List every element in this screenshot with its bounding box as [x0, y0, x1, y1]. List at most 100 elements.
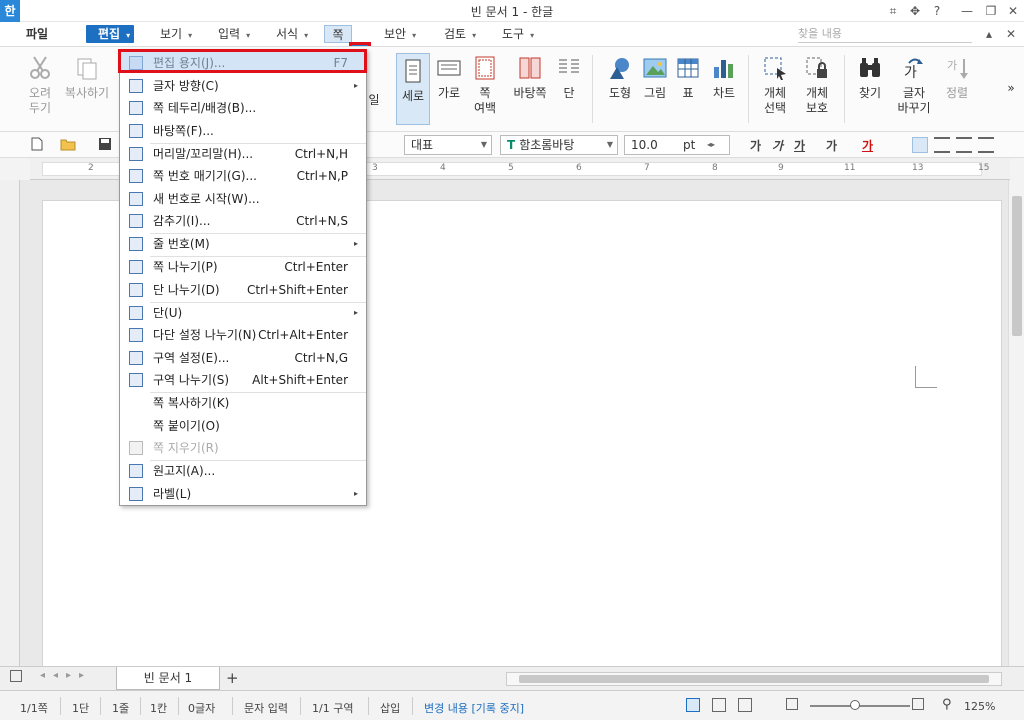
menu-item[interactable]: 구역 나누기(S) Alt+Shift+Enter — [121, 369, 366, 391]
menu-item[interactable]: 라벨(L) ▸ — [121, 483, 366, 505]
menu-item[interactable]: 쪽 복사하기(K) — [121, 392, 366, 414]
cut-button[interactable]: 오려 두기 — [20, 55, 60, 116]
zoom-slider[interactable] — [810, 705, 910, 707]
font-color-button[interactable]: 가 — [862, 137, 873, 154]
menu-insert[interactable]: 입력 ▾ — [214, 25, 254, 43]
object-select-button[interactable]: 개체 선택 — [758, 55, 792, 116]
menu-review[interactable]: 검토 ▾ — [440, 25, 480, 43]
menu-item[interactable]: 쪽 테두리/배경(B)... — [121, 97, 366, 119]
menu-item[interactable]: 머리말/꼬리말(H)... Ctrl+N,H — [121, 143, 366, 165]
style-select[interactable]: 대표 ▼ — [404, 135, 492, 155]
bold-button[interactable]: 가 — [750, 137, 761, 154]
menu-item[interactable]: 다단 설정 나누기(N) Ctrl+Alt+Enter — [121, 324, 366, 346]
menu-item[interactable]: 글자 방향(C) ▸ — [121, 75, 366, 97]
maximize-button[interactable]: ❐ — [982, 2, 1000, 20]
status-page: 1/1쪽 — [20, 702, 48, 715]
tab-document[interactable]: 빈 문서 1 — [116, 667, 220, 690]
zoom-in-icon[interactable] — [912, 698, 924, 710]
font-type-icon: T — [507, 138, 516, 152]
tab-list-icon[interactable] — [10, 670, 22, 682]
zoom-out-icon[interactable] — [786, 698, 798, 710]
menu-item[interactable]: 감추기(I)... Ctrl+N,S — [121, 210, 366, 232]
columns-button[interactable]: 단 — [556, 55, 582, 101]
scrollbar-thumb[interactable] — [1012, 196, 1022, 336]
move-icon[interactable]: ✥ — [906, 2, 924, 20]
menu-item[interactable]: 쪽 나누기(P) Ctrl+Enter — [121, 256, 366, 278]
menu-item[interactable]: 단 나누기(D) Ctrl+Shift+Enter — [121, 279, 366, 301]
chart-button[interactable]: 차트 — [708, 55, 740, 101]
table-label: 표 — [682, 86, 694, 100]
menu-item[interactable]: 단(U) ▸ — [121, 302, 366, 324]
width-view-icon[interactable] — [712, 698, 726, 712]
picture-button[interactable]: 그림 — [640, 55, 670, 101]
zoom-slider-handle[interactable] — [850, 700, 860, 710]
underline-button[interactable]: 가 — [794, 137, 805, 154]
close-button[interactable]: ✕ — [1004, 2, 1022, 20]
status-divider — [412, 697, 413, 715]
align-left-icon[interactable] — [934, 137, 950, 153]
landscape-button[interactable]: 가로 — [434, 55, 464, 101]
table-button[interactable]: 표 — [674, 55, 702, 101]
ribbon-expand-button[interactable]: » — [1002, 81, 1020, 96]
page-view-icon[interactable] — [686, 698, 700, 712]
justify-align-icon[interactable] — [912, 137, 928, 153]
minimize-button[interactable]: — — [958, 2, 976, 20]
scrollbar-thumb[interactable] — [519, 675, 989, 683]
shapes-button[interactable]: 도형 — [604, 55, 636, 101]
status-divider — [178, 697, 179, 715]
replace-button[interactable]: 가 글자 바꾸기 — [894, 55, 934, 116]
zoom-level[interactable]: 125% — [964, 700, 995, 713]
new-doc-icon[interactable] — [30, 137, 44, 154]
menu-view[interactable]: 보기 ▾ — [156, 25, 196, 43]
ruler-corner[interactable] — [0, 158, 30, 180]
open-folder-icon[interactable] — [60, 137, 76, 154]
help-button[interactable]: ? — [928, 2, 946, 20]
stepper-icon[interactable]: ◂▸ — [707, 136, 715, 154]
menu-edit[interactable]: 편집 ▾ — [86, 25, 135, 43]
close-doc-icon[interactable]: ✕ — [1002, 25, 1020, 43]
multi-page-view-icon[interactable] — [738, 698, 752, 712]
magnifier-icon[interactable]: ⚲ — [942, 697, 952, 712]
tab-nav-arrows-icon[interactable]: ◂◂▸▸ — [40, 670, 92, 681]
menu-file[interactable]: 파일 — [22, 25, 52, 43]
copy-button[interactable]: 복사하기 — [62, 55, 112, 101]
horizontal-scrollbar[interactable] — [506, 672, 1002, 686]
save-icon[interactable] — [98, 137, 112, 154]
menu-format[interactable]: 서식 ▾ — [272, 25, 312, 43]
menu-item-icon — [129, 146, 143, 161]
status-insert[interactable]: 삽입 — [380, 700, 400, 716]
object-protect-button[interactable]: 개체 보호 — [800, 55, 834, 116]
menu-item[interactable]: 쪽 번호 매기기(G)... Ctrl+N,P — [121, 165, 366, 187]
menu-tools-label: 도구 — [502, 27, 525, 41]
strikethrough-button[interactable]: 가 — [826, 137, 837, 154]
italic-button[interactable]: 가 — [772, 137, 783, 154]
portrait-button[interactable]: 세로 — [396, 53, 430, 125]
margins-button[interactable]: 쪽 여백 — [470, 55, 500, 116]
vertical-ruler[interactable] — [0, 180, 20, 666]
align-right-icon[interactable] — [978, 137, 994, 153]
master-page-button[interactable]: 바탕쪽 — [508, 55, 552, 101]
sort-button[interactable]: 가 정렬 — [942, 55, 972, 101]
font-size-input[interactable]: 10.0 pt ◂▸ — [624, 135, 730, 155]
chevron-down-icon: ▼ — [606, 140, 613, 149]
menu-security[interactable]: 보안 ▾ — [380, 25, 420, 43]
menu-item[interactable]: 쪽 붙이기(O) — [121, 415, 366, 437]
align-center-icon[interactable] — [956, 137, 972, 153]
find-button[interactable]: 찾기 — [854, 55, 886, 101]
add-tab-button[interactable]: + — [226, 669, 239, 687]
pin-icon[interactable]: ⌗ — [884, 2, 902, 20]
collapse-ribbon-icon[interactable]: ▴ — [980, 25, 998, 43]
menu-page[interactable]: 쪽 — [324, 25, 352, 43]
menu-item[interactable]: 새 번호로 시작(W)... — [121, 188, 366, 210]
menu-item[interactable]: 원고지(A)... — [121, 460, 366, 482]
menu-tools[interactable]: 도구 ▾ — [498, 25, 538, 43]
vertical-scrollbar[interactable] — [1008, 180, 1024, 666]
menu-item[interactable]: 구역 설정(E)... Ctrl+N,G — [121, 347, 366, 369]
menu-item[interactable]: 줄 번호(M) ▸ — [121, 233, 366, 255]
menu-item[interactable]: 바탕쪽(F)... — [121, 120, 366, 142]
search-input[interactable]: 찾을 내용 — [798, 26, 972, 43]
menu-item-shortcut: Ctrl+N,H — [294, 146, 348, 161]
status-track-changes[interactable]: 변경 내용 [기록 중지] — [424, 700, 524, 716]
menu-bar: 파일 편집 ▾ 보기 ▾ 입력 ▾ 서식 ▾ 쪽 ▾ 보안 ▾ 검토 ▾ 도구 ▾ 찾을 내용… — [0, 22, 1024, 67]
font-select[interactable]: T 함초롬바탕 ▼ — [500, 135, 618, 155]
